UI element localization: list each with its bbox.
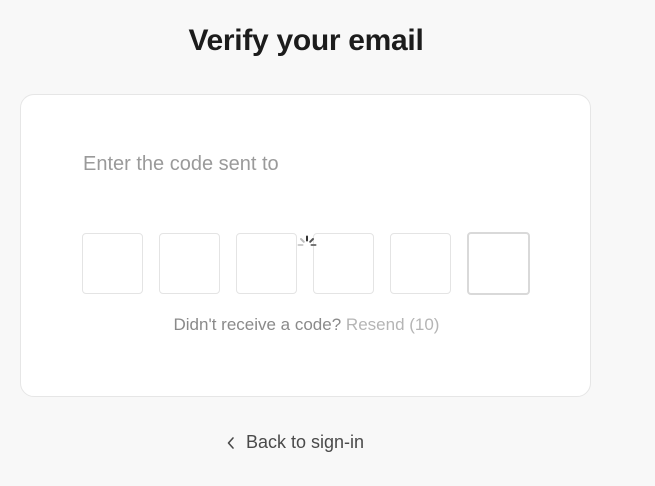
resend-button[interactable]: Resend (10): [346, 315, 440, 334]
otp-digit-2[interactable]: [159, 233, 220, 294]
back-to-sign-in-link[interactable]: Back to sign-in: [226, 432, 364, 453]
chevron-left-icon: [227, 436, 234, 449]
otp-digit-5[interactable]: [390, 233, 451, 294]
back-label: Back to sign-in: [246, 432, 365, 452]
otp-digit-6[interactable]: [467, 232, 530, 295]
loading-spinner-icon: [297, 235, 317, 246]
verification-card: Enter the code sent to Didn't receive a …: [20, 94, 591, 397]
otp-digit-1[interactable]: [82, 233, 143, 294]
resend-prompt: Didn't receive a code?: [173, 315, 342, 334]
otp-digit-3[interactable]: [236, 233, 297, 294]
verify-email-page: Verify your email Enter the code sent to…: [0, 0, 655, 486]
otp-digit-4[interactable]: [313, 233, 374, 294]
page-title: Verify your email: [188, 24, 424, 57]
code-prompt: Enter the code sent to: [83, 153, 279, 175]
resend-line: Didn't receive a code? Resend (10): [21, 315, 592, 335]
